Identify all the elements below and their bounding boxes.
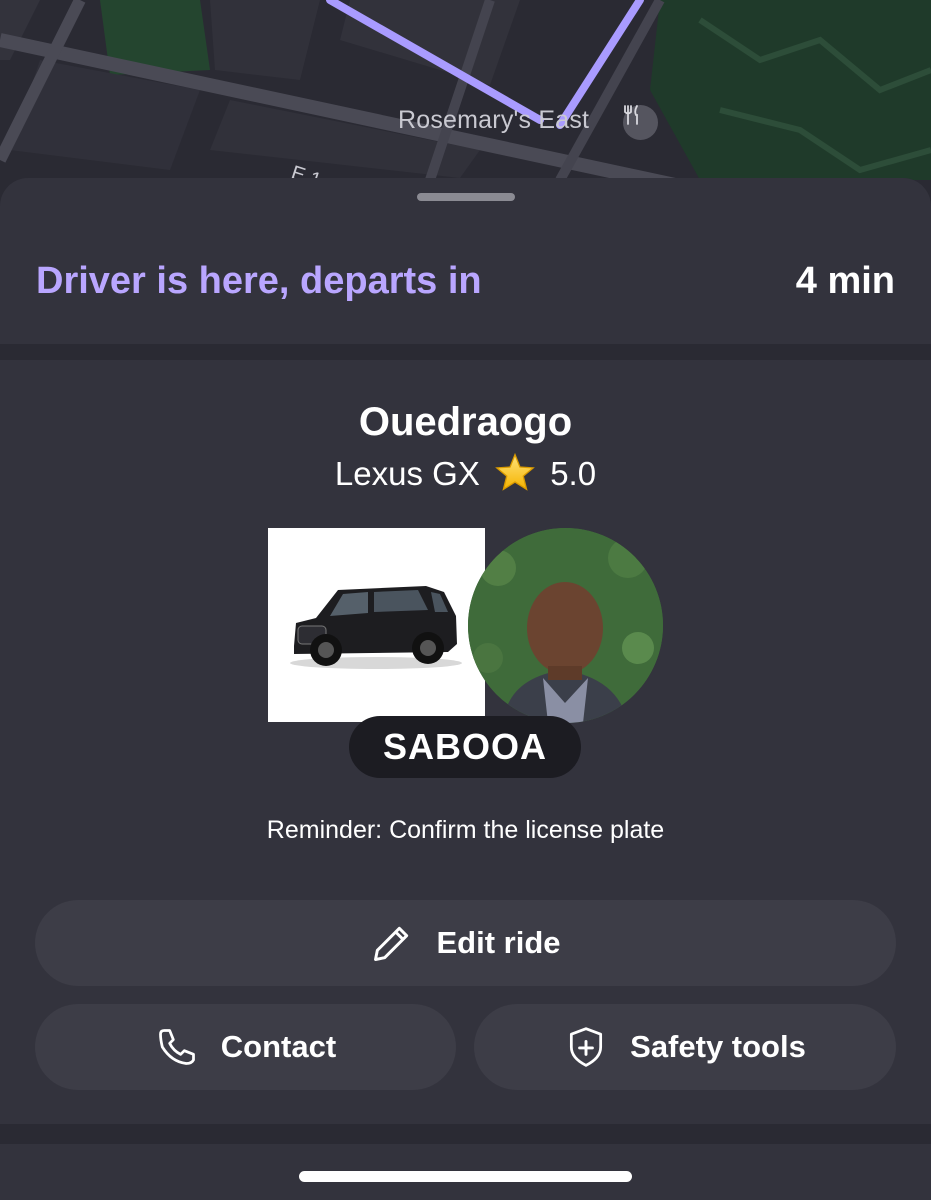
vehicle-photo: [268, 528, 485, 722]
edit-ride-label: Edit ride: [436, 925, 561, 960]
restaurant-icon[interactable]: [623, 105, 658, 140]
pencil-icon: [370, 921, 414, 965]
shield-plus-icon: [564, 1025, 608, 1069]
drag-handle[interactable]: [417, 193, 515, 201]
status-text: Driver is here, departs in: [36, 260, 482, 302]
driver-rating: 5.0: [550, 455, 597, 492]
star-icon: [495, 452, 535, 499]
safety-tools-label: Safety tools: [630, 1029, 806, 1064]
vehicle-rating-line: Lexus GX 5.0: [0, 452, 931, 499]
plate-reminder: Reminder: Confirm the license plate: [266, 816, 665, 844]
edit-ride-button[interactable]: Edit ride: [35, 900, 896, 986]
eta-value: 4 min: [795, 260, 895, 302]
status-header: Driver is here, departs in 4 min: [0, 178, 931, 344]
contact-button[interactable]: Contact: [35, 1004, 456, 1090]
home-indicator[interactable]: [299, 1171, 632, 1182]
driver-name: Ouedraogo: [358, 400, 573, 444]
ride-status-sheet: Driver is here, departs in 4 min Ouedrao…: [0, 178, 931, 1200]
poi-label: Rosemary's East: [398, 106, 590, 134]
phone-icon: [155, 1025, 199, 1069]
contact-label: Contact: [220, 1029, 337, 1064]
vehicle-model: Lexus GX: [334, 455, 480, 492]
safety-tools-button[interactable]: Safety tools: [474, 1004, 896, 1090]
driver-avatar: [468, 528, 663, 723]
license-plate: SABOOA: [349, 716, 581, 778]
driver-card: Ouedraogo Lexus GX 5.0 SABOOA Reminder: …: [0, 360, 931, 1124]
